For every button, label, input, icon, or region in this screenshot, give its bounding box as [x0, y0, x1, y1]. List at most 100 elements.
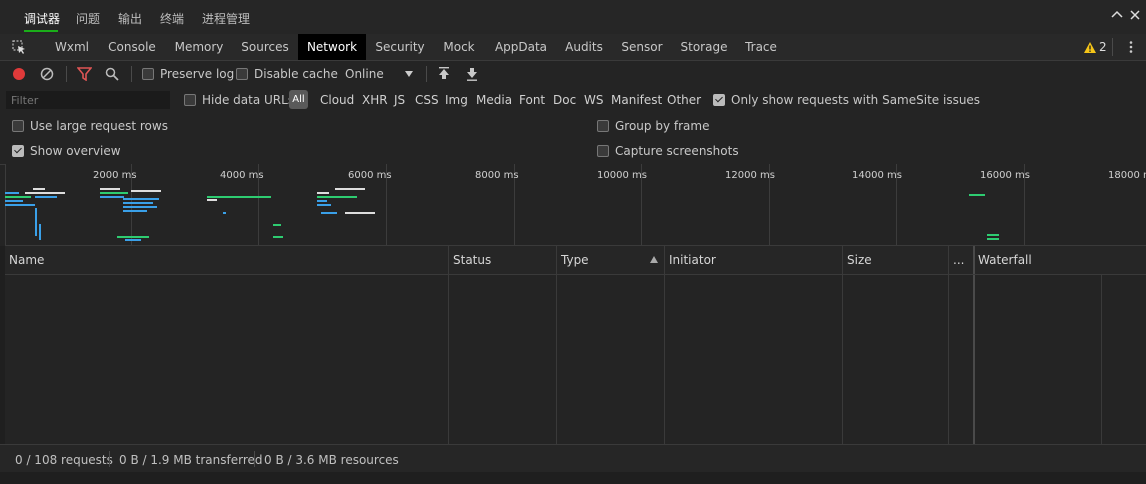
capture-screenshots-checkbox[interactable]	[597, 145, 609, 157]
close-icon[interactable]	[1128, 8, 1142, 22]
column-header-status[interactable]: Status	[449, 246, 556, 274]
column-divider	[664, 275, 665, 444]
divider	[66, 66, 67, 82]
samesite-checkbox[interactable]	[713, 94, 725, 106]
overview-request-bar	[321, 212, 337, 214]
overview-request-bar	[35, 196, 57, 198]
overview-request-bar	[123, 210, 147, 212]
sort-ascending-icon	[650, 256, 658, 263]
resources-size: 0 B / 3.6 MB resources	[264, 453, 399, 467]
tab-security[interactable]: Security	[372, 34, 428, 60]
throttling-select[interactable]: Online	[339, 64, 419, 84]
clear-icon[interactable]	[40, 67, 54, 81]
top-tab-output[interactable]: 输出	[118, 10, 142, 27]
column-header-waterfall[interactable]: Waterfall	[974, 246, 1146, 274]
tab-trace[interactable]: Trace	[742, 34, 780, 60]
type-filter-manifest[interactable]: Manifest	[611, 93, 662, 107]
overview-request-bar	[39, 224, 41, 240]
type-filter-other[interactable]: Other	[667, 93, 701, 107]
type-filter-font[interactable]: Font	[519, 93, 545, 107]
tab-sources[interactable]: Sources	[238, 34, 292, 60]
overview-request-bar	[987, 234, 999, 236]
top-tab-process-manager[interactable]: 进程管理	[202, 10, 250, 27]
caret-down-icon	[405, 71, 413, 77]
column-divider	[448, 246, 449, 274]
column-divider	[948, 246, 949, 274]
top-tab-terminal[interactable]: 终端	[160, 10, 184, 27]
type-filter-doc[interactable]: Doc	[553, 93, 576, 107]
type-filter-ws[interactable]: WS	[584, 93, 603, 107]
top-tab-problems[interactable]: 问题	[76, 10, 100, 27]
tab-audits[interactable]: Audits	[562, 34, 606, 60]
overview-request-bar	[317, 200, 327, 202]
disable-cache-checkbox[interactable]	[236, 68, 248, 80]
top-tab-debugger[interactable]: 调试器	[24, 10, 60, 27]
filter-input[interactable]	[6, 91, 170, 109]
tab-mock[interactable]: Mock	[438, 34, 480, 60]
search-icon[interactable]	[105, 67, 119, 81]
column-header-size[interactable]: Size	[843, 246, 948, 274]
tab-sensor[interactable]: Sensor	[618, 34, 666, 60]
overview-tick-label: 10000 ms	[597, 170, 647, 181]
overview-request-bar	[5, 204, 35, 206]
overview-request-bar	[100, 188, 120, 190]
divider	[1112, 38, 1113, 56]
overview-request-bar	[123, 202, 153, 204]
overview-request-bar	[207, 199, 217, 201]
large-rows-checkbox[interactable]	[12, 120, 24, 132]
filter-bar: Hide data URLs All Cloud XHR JS CSS Img …	[0, 87, 1146, 114]
column-divider	[842, 246, 843, 274]
type-filter-img[interactable]: Img	[445, 93, 468, 107]
column-header-type[interactable]: Type	[557, 246, 664, 274]
hide-data-urls-checkbox[interactable]	[184, 94, 196, 106]
network-overview-timeline[interactable]: 2000 ms 4000 ms 6000 ms 8000 ms 10000 ms…	[5, 164, 1146, 246]
overview-request-bar	[35, 208, 37, 236]
group-by-frame-checkbox[interactable]	[597, 120, 609, 132]
overview-tick-label: 4000 ms	[220, 170, 264, 181]
tab-network[interactable]: Network	[298, 34, 366, 60]
column-divider	[842, 275, 843, 444]
column-header-more[interactable]: ...	[949, 246, 973, 274]
hide-data-urls-label: Hide data URLs	[202, 93, 295, 107]
tab-console[interactable]: Console	[104, 34, 160, 60]
overview-request-bar	[317, 204, 331, 206]
export-har-icon[interactable]	[466, 67, 478, 81]
record-icon[interactable]	[12, 67, 26, 81]
type-filter-media[interactable]: Media	[476, 93, 512, 107]
overview-request-bar	[223, 212, 226, 214]
transferred-size: 0 B / 1.9 MB transferred	[119, 453, 263, 467]
more-options-icon[interactable]	[1124, 40, 1138, 54]
overview-tick-label: 12000 ms	[725, 170, 775, 181]
active-tab-indicator	[24, 30, 58, 32]
tab-wxml[interactable]: Wxml	[48, 34, 96, 60]
requests-table-body[interactable]	[5, 275, 1146, 444]
column-divider	[948, 275, 949, 444]
tab-memory[interactable]: Memory	[170, 34, 228, 60]
show-overview-checkbox[interactable]	[12, 145, 24, 157]
top-panel-tabs: 调试器 问题 输出 终端 进程管理	[0, 0, 1146, 34]
type-filter-all[interactable]: All	[289, 90, 308, 109]
requests-table-header: Name Status Type Initiator Size ... Wate…	[5, 246, 1146, 275]
type-filter-css[interactable]: CSS	[415, 93, 439, 107]
divider	[254, 451, 255, 467]
element-picker-icon[interactable]	[12, 40, 27, 55]
divider	[131, 66, 132, 82]
network-settings-pane: Use large request rows Show overview Gro…	[0, 113, 1146, 165]
type-filter-xhr[interactable]: XHR	[362, 93, 388, 107]
warnings-badge[interactable]: 2	[1084, 40, 1107, 54]
filter-icon[interactable]	[77, 67, 92, 81]
column-header-initiator[interactable]: Initiator	[665, 246, 842, 274]
group-by-frame-label: Group by frame	[615, 119, 710, 133]
column-header-name[interactable]: Name	[5, 246, 448, 274]
import-har-icon[interactable]	[438, 67, 450, 81]
type-filter-cloud[interactable]: Cloud	[320, 93, 354, 107]
type-filter-js[interactable]: JS	[394, 93, 405, 107]
chevron-up-icon[interactable]	[1110, 8, 1124, 22]
preserve-log-label: Preserve log	[160, 67, 235, 81]
overview-request-bar	[33, 188, 45, 190]
tab-appdata[interactable]: AppData	[492, 34, 550, 60]
overview-request-bar	[131, 190, 161, 192]
tab-storage[interactable]: Storage	[678, 34, 730, 60]
overview-request-bar	[273, 236, 283, 238]
preserve-log-checkbox[interactable]	[142, 68, 154, 80]
